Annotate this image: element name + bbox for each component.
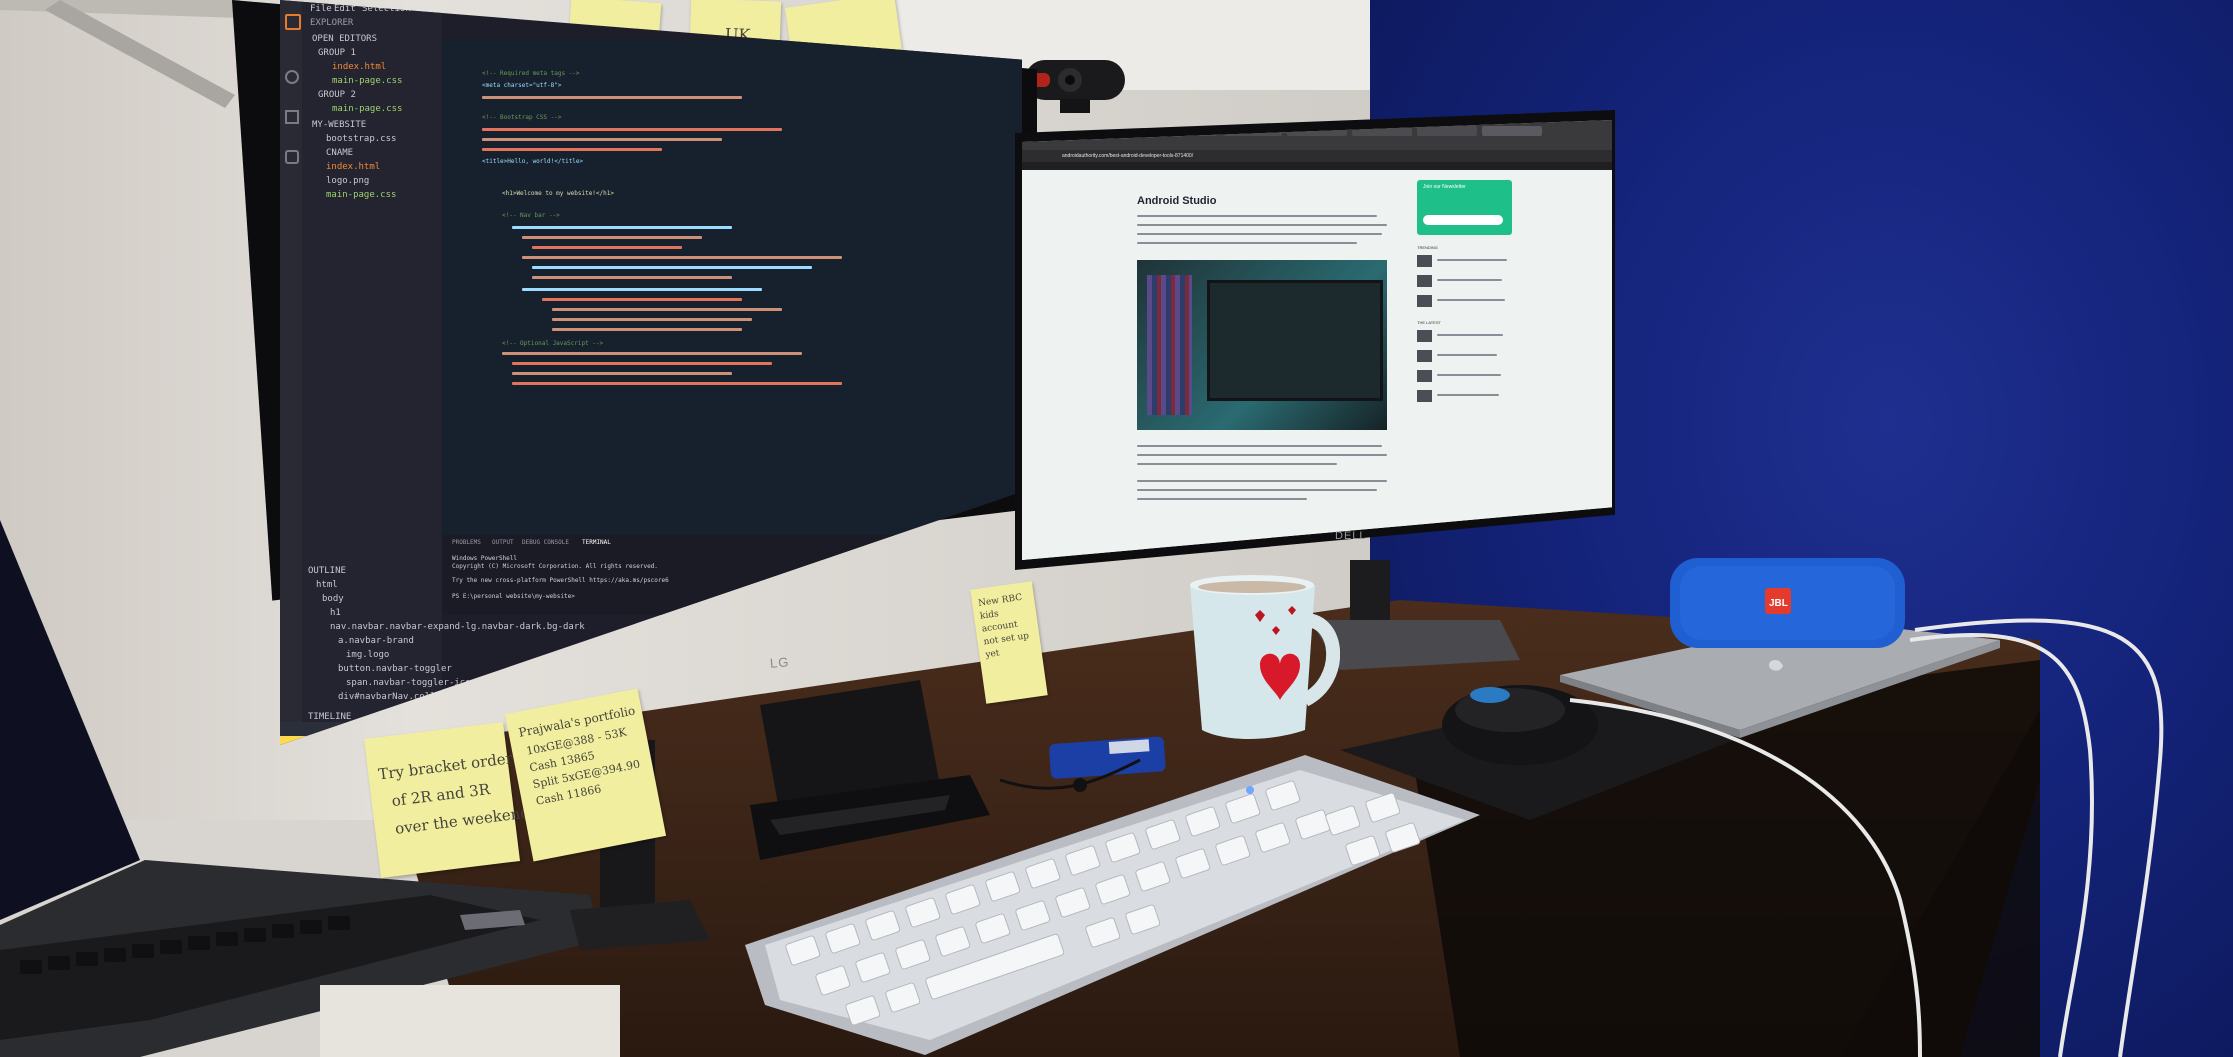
explorer-item[interactable]: index.html <box>326 162 380 172</box>
newsletter-heading: Join our Newsletter <box>1423 184 1466 190</box>
outline-item[interactable]: h1 <box>330 608 341 618</box>
code-comment: <!-- Nav bar --> <box>502 212 560 219</box>
vscode-activity-bar[interactable] <box>280 0 302 745</box>
menu-file[interactable]: File <box>310 4 332 14</box>
jbl-logo: JBL <box>1769 598 1788 609</box>
outline-item[interactable]: html <box>316 580 338 590</box>
tab-terminal[interactable]: TERMINAL <box>582 539 611 546</box>
sidebar-heading: THE LATEST <box>1417 320 1441 325</box>
browser-tab[interactable] <box>1417 126 1477 136</box>
dell-monitor-stand <box>1310 560 1520 670</box>
explorer-item[interactable]: CNAME <box>326 148 353 158</box>
outline-item[interactable]: nav.navbar.navbar-expand-lg.navbar-dark.… <box>330 622 585 632</box>
coffee-mug <box>1190 575 1340 739</box>
newsletter-email-input[interactable] <box>1423 215 1503 225</box>
explorer-item[interactable]: main-page.css <box>326 190 396 200</box>
explorer-item[interactable]: OPEN EDITORS <box>312 34 377 44</box>
explorer-item[interactable]: index.html <box>332 62 386 72</box>
explorer-item[interactable]: MY-WEBSITE <box>312 120 366 130</box>
lg-logo: LG <box>769 654 790 671</box>
sidebar-thumb[interactable] <box>1417 390 1432 402</box>
outline-item[interactable]: OUTLINE <box>308 566 346 576</box>
tab-debug-console[interactable]: DEBUG CONSOLE <box>522 539 569 546</box>
terminal-line: Windows PowerShell <box>452 555 518 562</box>
outline-item[interactable]: img.logo <box>346 650 389 660</box>
article-image <box>1137 260 1387 430</box>
dell-logo: DELL <box>1335 530 1367 542</box>
monitor-arm <box>0 0 240 108</box>
outline-item[interactable]: button.navbar-toggler <box>338 664 452 674</box>
explorer-item[interactable]: GROUP 1 <box>318 48 356 58</box>
browser-address-bar[interactable]: androidauthority.com/best-android-develo… <box>1022 150 1612 162</box>
explorer-item[interactable]: GROUP 2 <box>318 90 356 100</box>
article-heading: Android Studio <box>1137 195 1217 207</box>
outline-item[interactable]: TIMELINE <box>308 712 351 722</box>
explorer-item[interactable]: main-page.css <box>332 104 402 114</box>
newsletter-box: Join our Newsletter <box>1417 180 1512 235</box>
sticky-note-portfolio: Prajwala's portfolio 10xGE@388 - 53K Cas… <box>504 688 667 862</box>
web-page: Android Studio Join our Newsletter TREND… <box>1022 170 1612 560</box>
terminal-prompt[interactable]: PS E:\personal website\my-website> <box>452 593 575 600</box>
files-icon[interactable] <box>285 14 301 30</box>
tab-problems[interactable]: PROBLEMS <box>452 539 481 546</box>
bookmarks-bar[interactable] <box>1022 162 1612 170</box>
sidebar-thumb[interactable] <box>1417 330 1432 342</box>
explorer-item[interactable]: bootstrap.css <box>326 134 396 144</box>
sticky-note-line: over the weekend <box>394 803 531 838</box>
outline-item[interactable]: a.navbar-brand <box>338 636 414 646</box>
sidebar-thumb[interactable] <box>1417 295 1432 307</box>
code-line: <title>Hello, world!</title> <box>482 158 584 165</box>
code-comment: <!-- Required meta tags --> <box>482 70 580 77</box>
code-comment: <!-- Bootstrap CSS --> <box>482 114 562 121</box>
source-control-icon[interactable] <box>285 110 299 124</box>
sticky-note-trading: Try bracket orders of 2R and 3R over the… <box>363 721 531 879</box>
code-comment: <!-- Optional JavaScript --> <box>502 340 604 347</box>
code-line: <meta charset="utf-8"> <box>482 82 562 89</box>
dell-monitor-screen: androidauthority.com/best-android-develo… <box>1022 120 1612 560</box>
terminal-line: Try the new cross-platform PowerShell ht… <box>452 577 669 584</box>
sidebar-thumb[interactable] <box>1417 350 1432 362</box>
terminal-line: Copyright (C) Microsoft Corporation. All… <box>452 563 658 570</box>
vscode-code-editor[interactable]: <!-- Required meta tags --> <meta charse… <box>442 40 1022 560</box>
code-line: <h1>Welcome to my website!</h1> <box>502 190 614 197</box>
sticky-note-line: Try bracket orders <box>377 748 522 784</box>
sticky-note-line: of 2R and 3R <box>390 780 491 811</box>
extensions-icon[interactable] <box>285 150 299 164</box>
search-icon[interactable] <box>285 70 299 84</box>
explorer-item[interactable]: main-page.css <box>332 76 402 86</box>
sidebar-thumb[interactable] <box>1417 255 1432 267</box>
tab-output[interactable]: OUTPUT <box>492 539 514 546</box>
browser-tab-active[interactable] <box>1482 126 1542 136</box>
explorer-title: EXPLORER <box>310 18 354 28</box>
white-table-edge <box>320 985 620 1057</box>
sidebar-thumb[interactable] <box>1417 370 1432 382</box>
vscode-explorer-sidebar: File Edit Selection EXPLORER OPEN EDITOR… <box>302 0 585 745</box>
explorer-item[interactable]: logo.png <box>326 176 369 186</box>
url-text[interactable]: androidauthority.com/best-android-develo… <box>1062 153 1193 159</box>
jbl-speaker <box>1670 558 1905 648</box>
sidebar-heading: TRENDING <box>1417 245 1438 250</box>
sidebar-thumb[interactable] <box>1417 275 1432 287</box>
outline-item[interactable]: body <box>322 594 344 604</box>
